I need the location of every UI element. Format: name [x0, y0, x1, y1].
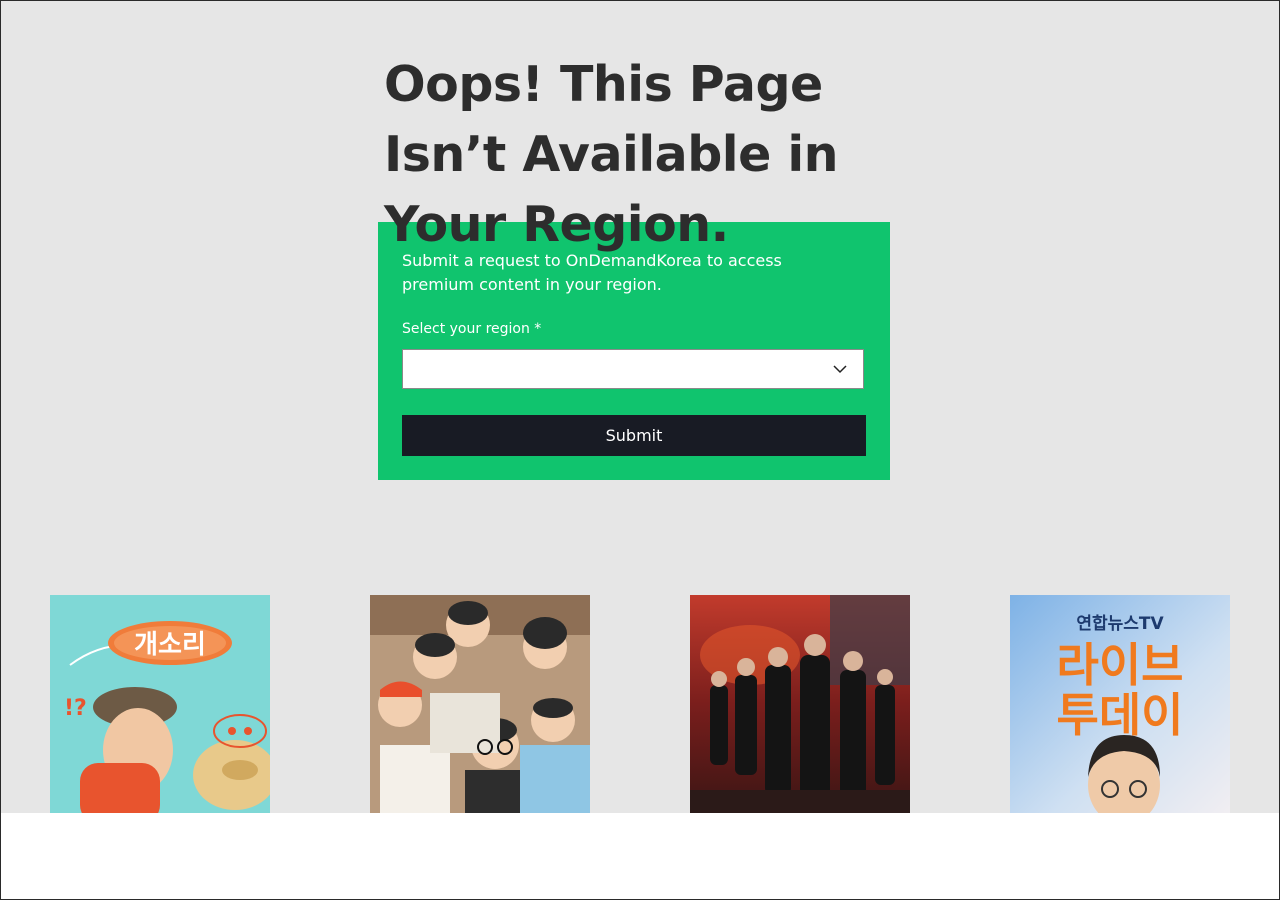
- poster-image-2: [370, 595, 590, 813]
- poster-image-4: 연합뉴스TV 라이브 투데이: [1010, 595, 1230, 813]
- region-request-panel: Submit a request to OnDemandKorea to acc…: [378, 222, 890, 480]
- poster-show-1[interactable]: 개소리 !?: [50, 595, 270, 813]
- svg-text:!?: !?: [64, 696, 87, 721]
- poster-title-art: 개소리: [134, 630, 206, 660]
- poster-show-2[interactable]: [370, 595, 590, 813]
- submit-button[interactable]: Submit: [402, 415, 866, 456]
- poster-title-line-1: 라이브: [1057, 638, 1184, 692]
- poster-show-4[interactable]: 연합뉴스TV 라이브 투데이: [1010, 595, 1230, 813]
- region-select-label: Select your region *: [402, 321, 542, 337]
- region-select-dropdown[interactable]: [402, 349, 864, 389]
- poster-channel-logo: 연합뉴스TV: [1076, 613, 1164, 634]
- poster-image-3: [690, 595, 910, 813]
- poster-show-3[interactable]: [690, 595, 910, 813]
- footer-area: [1, 813, 1279, 899]
- page-title: Oops! This Page Isn’t Available in Your …: [384, 56, 839, 253]
- poster-title-line-2: 투데이: [1057, 688, 1184, 742]
- poster-image-1: 개소리 !?: [50, 595, 270, 813]
- chevron-down-icon: [833, 365, 847, 374]
